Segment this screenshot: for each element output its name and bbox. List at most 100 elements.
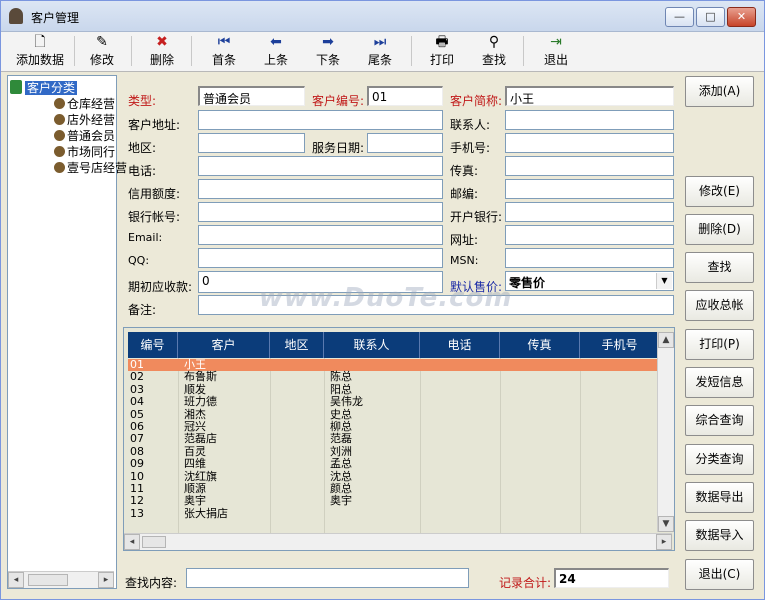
- delete-button[interactable]: 删除(D): [685, 214, 754, 245]
- scroll-up-icon[interactable]: ▲: [658, 332, 674, 348]
- add-button[interactable]: 添加(A): [685, 76, 754, 107]
- region-field[interactable]: [198, 133, 305, 153]
- scroll-right-icon[interactable]: ▸: [656, 534, 672, 550]
- print-button[interactable]: 打印(P): [685, 329, 754, 360]
- table-cell-number: 06: [130, 420, 144, 433]
- import-data-button[interactable]: 数据导入: [685, 520, 754, 551]
- exit-button[interactable]: 退出(C): [685, 559, 754, 590]
- qq-field[interactable]: [198, 248, 443, 268]
- table-row[interactable]: 03 顺发 阳总: [128, 383, 658, 396]
- table-cell-contact: 史总: [330, 407, 352, 421]
- find-button[interactable]: 查找: [685, 252, 754, 283]
- scroll-down-icon[interactable]: ▼: [658, 516, 674, 532]
- maximize-button[interactable]: □: [696, 7, 725, 27]
- email-field[interactable]: [198, 225, 443, 245]
- credit-limit-field[interactable]: [198, 179, 443, 199]
- grid-horizontal-scrollbar[interactable]: ◂ ▸: [124, 533, 672, 550]
- msn-field[interactable]: [505, 248, 674, 268]
- scroll-right-icon[interactable]: ▸: [98, 572, 114, 588]
- toolbar-last-record-button[interactable]: ⏭ 尾条: [359, 32, 401, 70]
- grid-header-col-region[interactable]: 地区: [270, 332, 324, 358]
- grid-header-col-phone[interactable]: 电话: [420, 332, 500, 358]
- grid-header-col-number[interactable]: 编号: [128, 332, 178, 358]
- scroll-left-icon[interactable]: ◂: [124, 534, 140, 550]
- table-cell-customer: 张大捐店: [184, 506, 228, 520]
- table-cell-number: 01: [130, 358, 144, 371]
- tree-item-regular-member[interactable]: 普通会员: [54, 127, 115, 144]
- service-date-label: 服务日期:: [312, 141, 365, 155]
- toolbar-first-record-button[interactable]: ⏮ 首条: [203, 32, 245, 70]
- address-field[interactable]: [198, 110, 443, 130]
- toolbar-exit-button[interactable]: ⇥ 退出: [535, 32, 577, 70]
- export-data-button[interactable]: 数据导出: [685, 482, 754, 513]
- grid-vertical-scrollbar[interactable]: ▲ ▼: [657, 332, 674, 532]
- phone-field[interactable]: [198, 156, 443, 176]
- grid-header-col-mobile[interactable]: 手机号: [580, 332, 660, 358]
- toolbar-edit-button[interactable]: ✎ 修改: [81, 32, 123, 70]
- mobile-field[interactable]: [505, 133, 674, 153]
- tree-item-warehouse[interactable]: 仓库经营: [54, 95, 115, 112]
- table-row[interactable]: 13 张大捐店: [128, 506, 658, 520]
- bank-field[interactable]: [505, 202, 674, 222]
- table-cell-number: 11: [130, 482, 144, 495]
- table-row[interactable]: 08 百灵 刘洲: [128, 445, 658, 458]
- tree-item-label: 仓库经营: [67, 97, 116, 111]
- table-cell-number: 09: [130, 457, 144, 471]
- table-cell-customer: 奥宇: [184, 494, 206, 508]
- tree-item-market-peer[interactable]: 市场同行: [54, 143, 115, 160]
- search-content-input[interactable]: [186, 568, 469, 588]
- customer-code-field[interactable]: 01: [367, 86, 443, 106]
- default-price-select[interactable]: 零售价 ▼: [505, 271, 674, 291]
- postcode-field[interactable]: [505, 179, 674, 199]
- scroll-thumb[interactable]: [142, 536, 166, 548]
- tree-item-store-one[interactable]: 壹号店经营: [54, 159, 127, 176]
- fax-field[interactable]: [505, 156, 674, 176]
- table-row[interactable]: 04 班力德 吴伟龙: [128, 396, 658, 408]
- table-row[interactable]: 12 奥宇 奥宇: [128, 495, 658, 507]
- contact-field[interactable]: [505, 110, 674, 130]
- customer-short-name-field[interactable]: 小王: [505, 86, 674, 106]
- table-row[interactable]: 09 四维 孟总: [128, 458, 658, 470]
- category-query-button[interactable]: 分类查询: [685, 444, 754, 475]
- region-label: 地区:: [128, 141, 157, 155]
- toolbar-add-data-button[interactable]: 🗋 添加数据: [11, 32, 69, 70]
- toolbar-next-record-button[interactable]: ➡ 下条: [307, 32, 349, 70]
- receivable-ledger-button[interactable]: 应收总帐: [685, 290, 754, 321]
- toolbar-find-button[interactable]: ⚲ 查找: [473, 32, 515, 70]
- toolbar-label: 退出: [543, 53, 568, 67]
- toolbar-delete-button[interactable]: ✖ 删除: [141, 32, 183, 70]
- bank-account-field[interactable]: [198, 202, 443, 222]
- table-row[interactable]: 05 湘杰 史总: [128, 407, 658, 421]
- service-date-field[interactable]: [367, 133, 443, 153]
- customer-grid: 编号 客户 地区 联系人 电话 传真 手机号 01 小王 02 布鲁斯 陈总 03 顺发 阳总 04 班力德吴…: [123, 327, 675, 551]
- close-button[interactable]: ✕: [727, 7, 756, 27]
- table-row[interactable]: 11 顺源 颜总: [128, 483, 658, 495]
- table-cell-contact: 奥宇: [330, 494, 352, 508]
- comprehensive-query-button[interactable]: 综合查询: [685, 405, 754, 436]
- website-field[interactable]: [505, 225, 674, 245]
- grid-header-col-fax[interactable]: 传真: [500, 332, 580, 358]
- table-cell-number: 05: [130, 407, 144, 421]
- tree-root-node[interactable]: 客户分类: [10, 79, 78, 96]
- table-row[interactable]: 02 布鲁斯 陈总: [128, 371, 658, 383]
- type-field[interactable]: 普通会员: [198, 86, 305, 106]
- chevron-down-icon[interactable]: ▼: [656, 273, 672, 289]
- scroll-left-icon[interactable]: ◂: [8, 572, 24, 588]
- send-sms-button[interactable]: 发短信息: [685, 367, 754, 398]
- table-row[interactable]: 10 沈红旗 沈总: [128, 470, 658, 483]
- table-row[interactable]: 07 范磊店 范磊: [128, 433, 658, 445]
- toolbar-previous-record-button[interactable]: ⬅ 上条: [255, 32, 297, 70]
- msn-label: MSN:: [450, 254, 479, 267]
- category-node-icon: [54, 162, 65, 173]
- grid-header-col-contact[interactable]: 联系人: [324, 332, 420, 358]
- tree-horizontal-scrollbar[interactable]: ◂ ▸: [8, 571, 114, 588]
- app-icon: [9, 8, 23, 24]
- scroll-thumb[interactable]: [28, 574, 68, 586]
- modify-button[interactable]: 修改(E): [685, 176, 754, 207]
- tree-item-outside-store[interactable]: 店外经营: [54, 111, 115, 128]
- minimize-button[interactable]: —: [665, 7, 694, 27]
- tree-item-label: 普通会员: [67, 129, 116, 143]
- grid-header-col-customer[interactable]: 客户: [178, 332, 270, 358]
- toolbar-print-button[interactable]: 🖶 打印: [421, 32, 463, 70]
- website-label: 网址:: [450, 233, 479, 247]
